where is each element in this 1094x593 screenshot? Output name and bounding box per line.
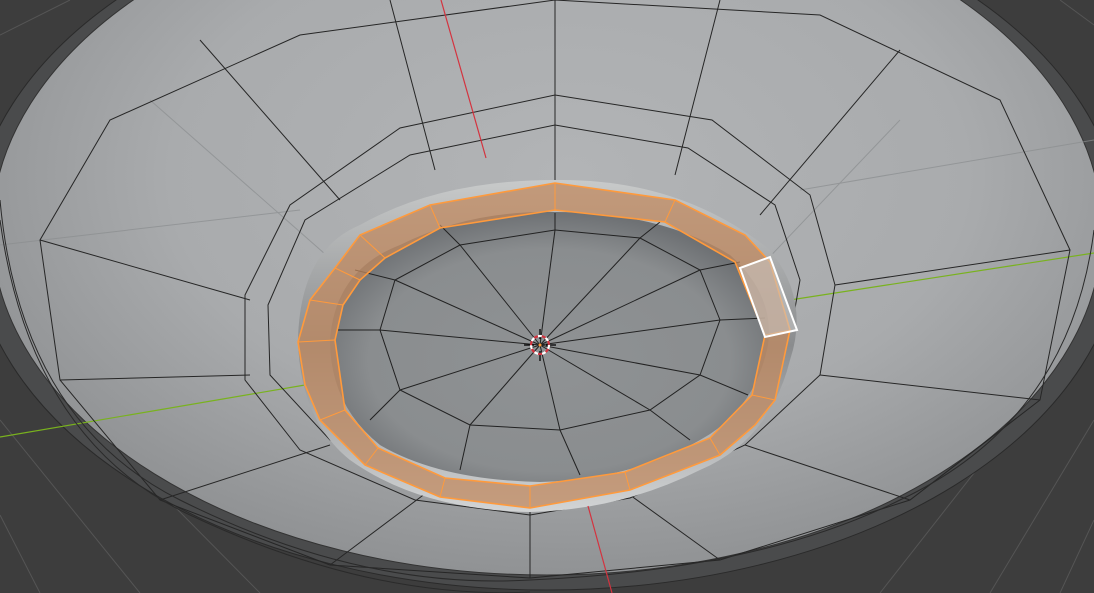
3d-viewport[interactable]: edit-mode [0,0,1094,593]
viewport-scene[interactable] [0,0,1094,593]
